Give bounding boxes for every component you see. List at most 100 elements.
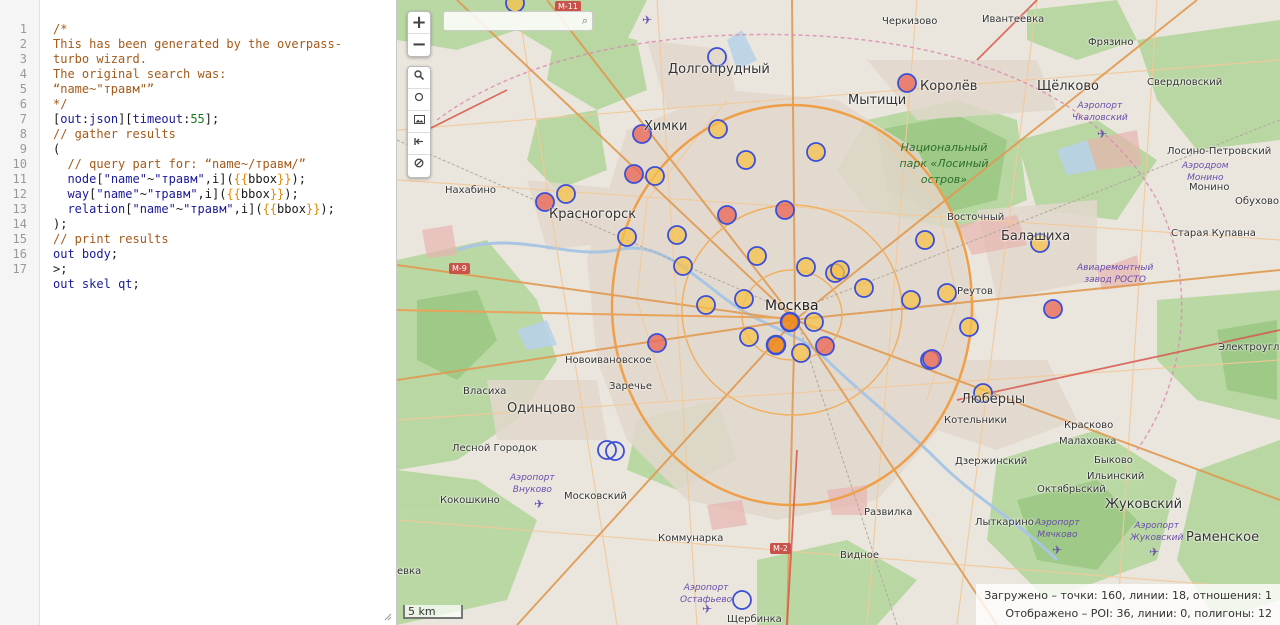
code-line: out body; <box>53 247 118 262</box>
code-token: // print results <box>53 232 169 246</box>
poi-marker[interactable] <box>624 164 644 184</box>
svg-text:✈: ✈ <box>1052 543 1062 557</box>
poi-marker[interactable] <box>696 295 716 315</box>
poi-marker[interactable] <box>556 184 576 204</box>
poi-marker[interactable] <box>645 166 665 186</box>
query-editor[interactable]: 1 2 3 4 5 6 7 8 9 10 11 12 13 14 15 16 17 /* This has bee… <box>0 0 397 625</box>
poi-marker[interactable] <box>775 200 795 220</box>
code-token: /* <box>53 22 68 36</box>
code-token: ( <box>53 142 61 156</box>
resize-grip-icon[interactable] <box>384 613 392 621</box>
code-token: ~ <box>139 187 147 201</box>
poi-marker[interactable] <box>1043 299 1063 319</box>
poi-marker[interactable] <box>915 230 935 250</box>
poi-marker[interactable] <box>747 246 767 266</box>
block-icon <box>414 158 424 168</box>
poi-marker[interactable] <box>739 327 759 347</box>
code-line: // print results <box>53 232 169 247</box>
svg-text:✈: ✈ <box>534 497 544 511</box>
poi-marker[interactable] <box>708 119 728 139</box>
poi-marker[interactable] <box>791 343 811 363</box>
map-view[interactable]: ✈ ✈ ✈ ✈ ✈ ✈ Долгопрудный Мытищи Королёв … <box>397 0 1280 625</box>
poi-marker[interactable] <box>647 333 667 353</box>
code-token: 55 <box>190 112 205 126</box>
poi-marker[interactable] <box>673 256 693 276</box>
poi-marker[interactable] <box>717 205 737 225</box>
map-search-input[interactable]: ⌕ <box>443 11 593 31</box>
poi-marker[interactable] <box>667 225 687 245</box>
poi-marker[interactable] <box>815 336 835 356</box>
code-line: // query part for: “name~/травм/” <box>53 157 305 172</box>
zoom-out-button[interactable]: − <box>408 34 430 56</box>
poi-marker[interactable] <box>1030 233 1050 253</box>
code-token: “name~"травм"” <box>53 82 155 96</box>
poi-marker[interactable] <box>922 349 942 369</box>
locate-button[interactable] <box>408 89 430 111</box>
zoom-control: + − <box>407 11 431 57</box>
line-number: 17 <box>12 262 27 276</box>
image-icon <box>413 115 425 124</box>
screenshot-button[interactable] <box>408 111 430 133</box>
line-number: 7 <box>19 112 27 126</box>
zoom-in-button[interactable]: + <box>408 12 430 34</box>
code-token: "травм" <box>154 172 205 186</box>
code-token: turbo wizard. <box>53 52 147 66</box>
code-line: /* <box>53 22 67 37</box>
code-line: // gather results <box>53 127 176 142</box>
code-token: {{ <box>233 172 249 186</box>
code-token: json <box>89 112 119 126</box>
code-line: relation["name"~"травм",i]({{bbox}}); <box>53 202 335 217</box>
code-token: skel <box>81 277 111 291</box>
poi-marker[interactable] <box>806 142 826 162</box>
line-number: 6 <box>19 97 27 111</box>
line-number: 8 <box>19 127 27 141</box>
poi-marker[interactable] <box>617 227 637 247</box>
poi-marker[interactable] <box>736 150 756 170</box>
poi-marker[interactable] <box>804 312 824 332</box>
poi-marker[interactable] <box>779 311 801 333</box>
poi-marker[interactable] <box>765 334 787 356</box>
code-token: ); <box>320 202 335 216</box>
poi-marker[interactable] <box>796 257 816 277</box>
code-line: */ <box>53 97 67 112</box>
code-token: "name" <box>132 202 176 216</box>
line-number: 12 <box>12 187 27 201</box>
poi-marker[interactable] <box>897 73 917 93</box>
code-line: The original search was: <box>53 67 226 82</box>
poi-marker[interactable] <box>937 283 957 303</box>
code-token: */ <box>53 97 68 111</box>
code-token: bbox <box>248 172 278 186</box>
scale-bar: 5 km <box>403 605 463 619</box>
status-displayed: Отображено – POI: 36, линии: 0, полигоны… <box>1005 607 1272 620</box>
code-token: out <box>53 247 75 261</box>
code-token: node <box>67 172 97 186</box>
code-token: ; <box>110 247 119 261</box>
poi-marker[interactable] <box>632 124 652 144</box>
line-number: 5 <box>19 82 27 96</box>
toggle-data-button[interactable] <box>408 133 430 155</box>
line-number: 4 <box>19 67 27 81</box>
poi-marker[interactable] <box>535 192 555 212</box>
hide-data-button[interactable] <box>408 155 430 177</box>
poi-marker[interactable] <box>734 289 754 309</box>
code-line: turbo wizard. <box>53 52 147 67</box>
code-token: "name" <box>96 187 140 201</box>
code-token: {{ <box>226 187 241 201</box>
poi-marker[interactable] <box>830 260 850 280</box>
code-token: }} <box>269 187 285 201</box>
zoom-to-data-button[interactable] <box>408 67 430 89</box>
poi-marker[interactable] <box>901 290 921 310</box>
code-token: timeout <box>132 112 184 126</box>
code-token: bbox <box>240 187 270 201</box>
poi-marker[interactable] <box>973 383 993 403</box>
search-icon <box>414 70 425 81</box>
code-token: ; <box>132 277 140 291</box>
poi-marker[interactable] <box>854 278 874 298</box>
first-page-icon <box>414 138 423 145</box>
poi-marker[interactable] <box>959 317 979 337</box>
